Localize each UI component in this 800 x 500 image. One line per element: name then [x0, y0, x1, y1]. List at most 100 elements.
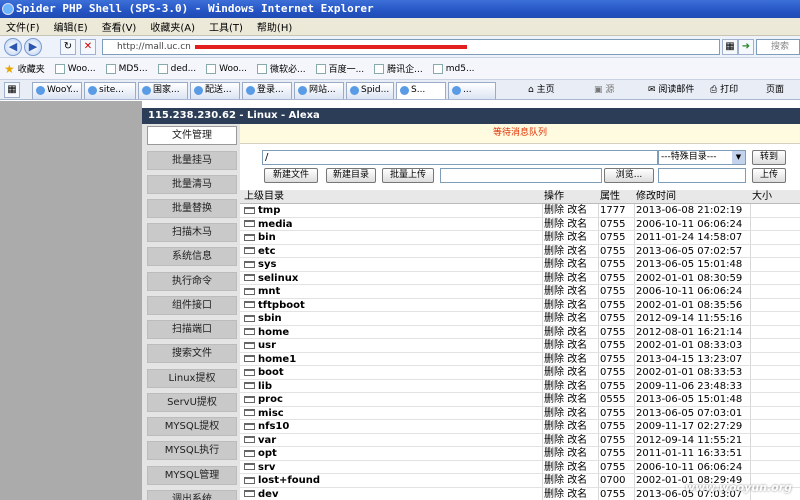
mtime-link[interactable]: 2012-09-14 11:55:16	[636, 312, 742, 325]
delete-link[interactable]: 删除	[544, 367, 564, 378]
mtime-link[interactable]: 2009-11-06 23:48:33	[636, 380, 742, 393]
delete-link[interactable]: 删除	[544, 205, 564, 216]
menu-tools[interactable]: 工具(T)	[209, 19, 243, 34]
perm-link[interactable]: 0755	[600, 299, 625, 312]
sidebar-item-servu-privesc[interactable]: ServU提权	[147, 393, 237, 412]
browser-tab[interactable]: 配送...	[190, 82, 240, 99]
dir-name-cell[interactable]: var	[244, 434, 276, 447]
browser-tab[interactable]: ...	[448, 82, 496, 99]
dir-name[interactable]: media	[258, 219, 293, 230]
upload-path-input[interactable]	[440, 168, 602, 183]
dir-name-cell[interactable]: lib	[244, 380, 272, 393]
menu-view[interactable]: 查看(V)	[102, 19, 137, 34]
dir-name[interactable]: opt	[258, 448, 277, 459]
dir-name-cell[interactable]: mnt	[244, 285, 280, 298]
rename-link[interactable]: 改名	[567, 286, 587, 297]
dir-name[interactable]: dev	[258, 489, 278, 500]
mtime-link[interactable]: 2011-01-11 16:33:51	[636, 447, 742, 460]
browser-tab[interactable]: WooY...	[32, 82, 82, 99]
favorite-item[interactable]: ded...	[157, 63, 196, 74]
go-button[interactable]: ➜	[738, 39, 754, 55]
upload-name-input[interactable]	[658, 168, 746, 183]
dir-name[interactable]: sbin	[258, 313, 282, 324]
goto-button[interactable]: 转到	[752, 150, 786, 165]
dir-name[interactable]: home	[258, 327, 289, 338]
rename-link[interactable]: 改名	[567, 381, 587, 392]
dir-name[interactable]: boot	[258, 367, 284, 378]
perm-link[interactable]: 0755	[600, 339, 625, 352]
rename-link[interactable]: 改名	[567, 394, 587, 405]
url-input[interactable]: http://mall.uc.cn	[102, 39, 720, 55]
mtime-link[interactable]: 2006-10-11 06:06:24	[636, 285, 742, 298]
perm-link[interactable]: 0755	[600, 366, 625, 379]
delete-link[interactable]: 删除	[544, 219, 564, 230]
perm-link[interactable]: 0755	[600, 245, 625, 258]
delete-link[interactable]: 删除	[544, 381, 564, 392]
dir-name-cell[interactable]: proc	[244, 393, 283, 406]
rename-link[interactable]: 改名	[567, 435, 587, 446]
dir-name[interactable]: tmp	[258, 205, 280, 216]
perm-link[interactable]: 0755	[600, 353, 625, 366]
mtime-link[interactable]: 2013-06-05 07:03:01	[636, 407, 742, 420]
favorites-button[interactable]: ★ 收藏夹	[4, 62, 45, 76]
dir-name-cell[interactable]: media	[244, 218, 293, 231]
rename-link[interactable]: 改名	[567, 354, 587, 365]
read-mail-button[interactable]: ✉ 阅读邮件	[648, 83, 694, 97]
sidebar-item-mysql-privesc[interactable]: MYSQL提权	[147, 417, 237, 436]
dir-name-cell[interactable]: usr	[244, 339, 276, 352]
new-dir-button[interactable]: 新建目录	[326, 168, 376, 183]
delete-link[interactable]: 删除	[544, 421, 564, 432]
page-menu-button[interactable]: 页面	[766, 83, 784, 97]
back-button[interactable]: ◀	[4, 38, 22, 56]
sidebar-item-scan-ports[interactable]: 扫描端口	[147, 320, 237, 339]
sidebar-item-mysql-exec[interactable]: MYSQL执行	[147, 441, 237, 460]
dir-name[interactable]: var	[258, 435, 276, 446]
delete-link[interactable]: 删除	[544, 232, 564, 243]
dir-name-cell[interactable]: home	[244, 326, 289, 339]
dir-name[interactable]: bin	[258, 232, 276, 243]
browser-tab[interactable]: site...	[84, 82, 136, 99]
dir-name[interactable]: home1	[258, 354, 296, 365]
sidebar-item-exec-command[interactable]: 执行命令	[147, 272, 237, 291]
dir-name[interactable]: proc	[258, 394, 283, 405]
mtime-link[interactable]: 2009-11-17 02:27:29	[636, 420, 742, 433]
sidebar-item-scan-trojan[interactable]: 扫描木马	[147, 223, 237, 242]
dir-name-cell[interactable]: misc	[244, 407, 284, 420]
rename-link[interactable]: 改名	[567, 448, 587, 459]
print-button[interactable]: ⎙ 打印	[710, 83, 738, 97]
browser-tab-active[interactable]: S...	[396, 82, 446, 99]
perm-link[interactable]: 0755	[600, 488, 625, 500]
mtime-link[interactable]: 2006-10-11 06:06:24	[636, 218, 742, 231]
search-input[interactable]: 搜索	[756, 39, 800, 55]
dir-name-cell[interactable]: lost+found	[244, 474, 320, 487]
stop-button[interactable]: ✕	[80, 39, 96, 55]
dir-name[interactable]: mnt	[258, 286, 280, 297]
dir-name[interactable]: selinux	[258, 273, 298, 284]
quick-tabs-icon[interactable]: ▦	[4, 82, 20, 98]
favorite-item[interactable]: md5...	[432, 63, 475, 74]
perm-link[interactable]: 0700	[600, 474, 625, 487]
delete-link[interactable]: 删除	[544, 246, 564, 257]
rename-link[interactable]: 改名	[567, 327, 587, 338]
compat-view-icon[interactable]: ▦	[722, 39, 738, 55]
batch-upload-button[interactable]: 批量上传	[382, 168, 434, 183]
dir-name[interactable]: lost+found	[258, 475, 320, 486]
dir-name[interactable]: misc	[258, 408, 284, 419]
rename-link[interactable]: 改名	[567, 246, 587, 257]
dir-name-cell[interactable]: dev	[244, 488, 278, 500]
rename-link[interactable]: 改名	[567, 340, 587, 351]
perm-link[interactable]: 0755	[600, 272, 625, 285]
home-button[interactable]: ⌂ 主页	[528, 83, 555, 97]
delete-link[interactable]: 删除	[544, 313, 564, 324]
favorite-item[interactable]: 百度一...	[315, 62, 364, 75]
delete-link[interactable]: 删除	[544, 448, 564, 459]
sidebar-item-batch-replace[interactable]: 批量替换	[147, 199, 237, 218]
perm-link[interactable]: 0755	[600, 312, 625, 325]
mtime-link[interactable]: 2002-01-01 08:30:59	[636, 272, 742, 285]
mtime-link[interactable]: 2013-06-08 21:02:19	[636, 204, 742, 217]
dir-name-cell[interactable]: tftpboot	[244, 299, 305, 312]
rename-link[interactable]: 改名	[567, 475, 587, 486]
delete-link[interactable]: 删除	[544, 475, 564, 486]
perm-link[interactable]: 0755	[600, 380, 625, 393]
dir-name-cell[interactable]: srv	[244, 461, 275, 474]
